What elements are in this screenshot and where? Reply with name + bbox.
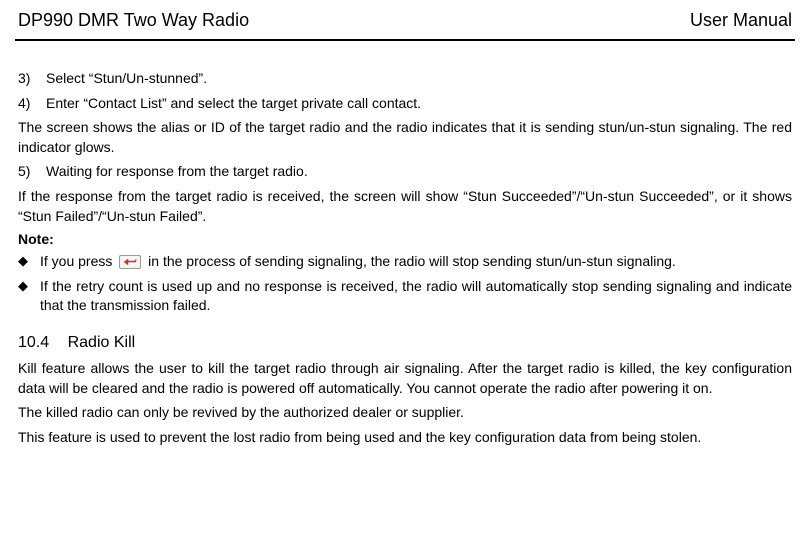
page-header: DP990 DMR Two Way Radio User Manual bbox=[0, 0, 810, 39]
step-4: 4) Enter “Contact List” and select the t… bbox=[18, 94, 792, 114]
bullet-text: If you press in the process of sending s… bbox=[40, 252, 792, 272]
step-text: Waiting for response from the target rad… bbox=[46, 162, 792, 182]
step-5: 5) Waiting for response from the target … bbox=[18, 162, 792, 182]
section-para-1: Kill feature allows the user to kill the… bbox=[18, 359, 792, 398]
section-heading-radio-kill: 10.4 Radio Kill bbox=[18, 334, 792, 352]
step-text: Select “Stun/Un-stunned”. bbox=[46, 69, 792, 89]
step-number: 3) bbox=[18, 69, 46, 89]
back-key-icon bbox=[119, 255, 141, 269]
bullet-diamond-icon: ◆ bbox=[18, 277, 40, 316]
bullet-diamond-icon: ◆ bbox=[18, 252, 40, 272]
note-heading: Note: bbox=[18, 231, 792, 247]
step-number: 5) bbox=[18, 162, 46, 182]
page-content: 3) Select “Stun/Un-stunned”. 4) Enter “C… bbox=[0, 41, 810, 447]
header-left: DP990 DMR Two Way Radio bbox=[18, 10, 249, 31]
note-bullet-2: ◆ If the retry count is used up and no r… bbox=[18, 277, 792, 316]
paragraph-screen-alias: The screen shows the alias or ID of the … bbox=[18, 118, 792, 157]
section-title: Radio Kill bbox=[68, 334, 136, 351]
step-text: Enter “Contact List” and select the targ… bbox=[46, 94, 792, 114]
paragraph-response: If the response from the target radio is… bbox=[18, 187, 792, 226]
bullet-text: If the retry count is used up and no res… bbox=[40, 277, 792, 316]
step-number: 4) bbox=[18, 94, 46, 114]
section-number: 10.4 bbox=[18, 334, 49, 352]
header-right: User Manual bbox=[690, 10, 792, 31]
note-bullet-1: ◆ If you press in the process of sending… bbox=[18, 252, 792, 272]
bullet-text-pre: If you press bbox=[40, 253, 116, 269]
step-3: 3) Select “Stun/Un-stunned”. bbox=[18, 69, 792, 89]
section-para-2: The killed radio can only be revived by … bbox=[18, 403, 792, 423]
bullet-text-post: in the process of sending signaling, the… bbox=[148, 253, 676, 269]
section-para-3: This feature is used to prevent the lost… bbox=[18, 428, 792, 448]
